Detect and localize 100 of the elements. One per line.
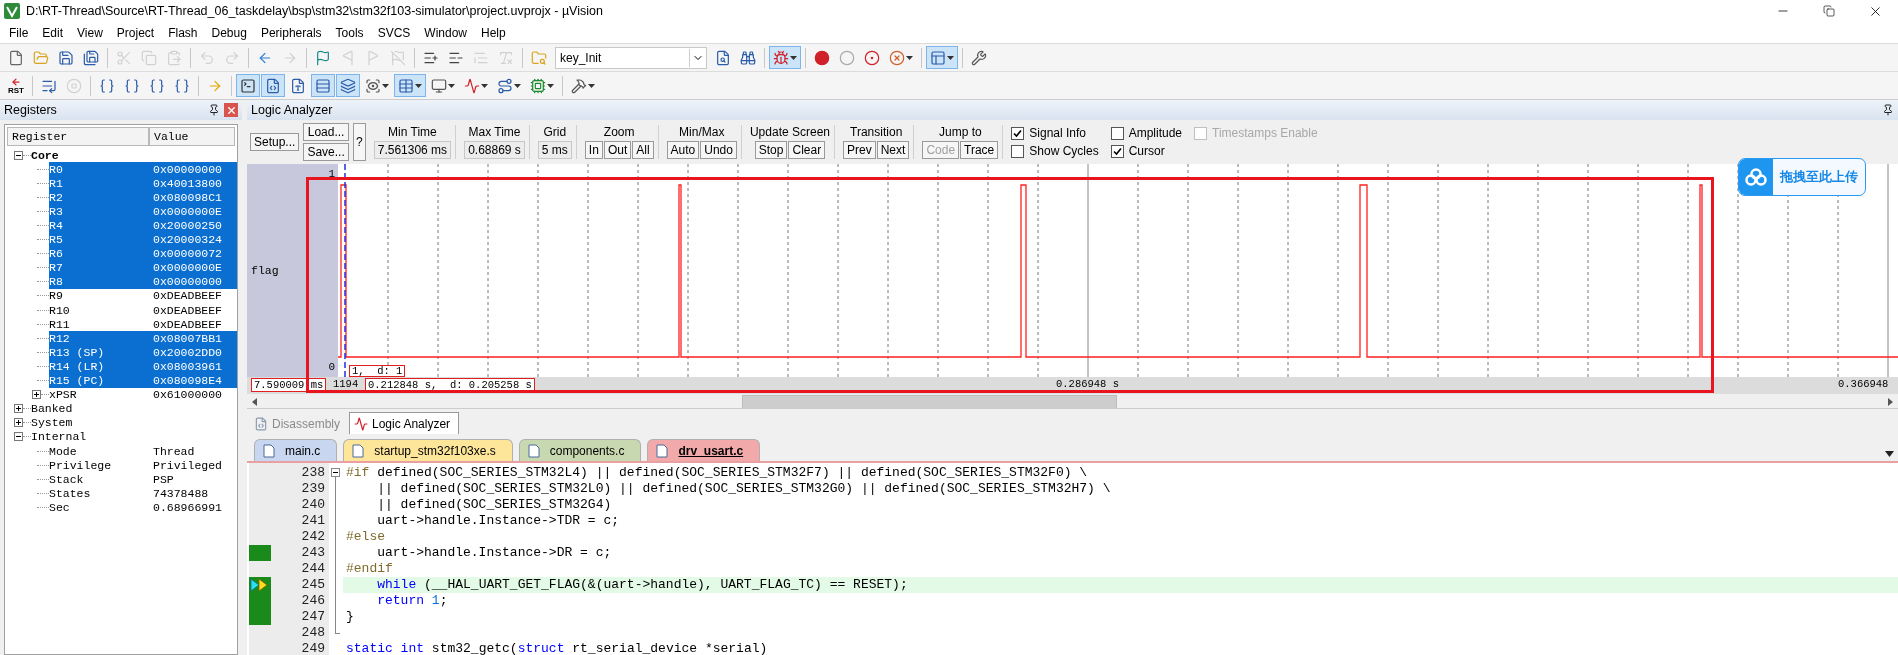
checkbox[interactable] — [1110, 144, 1124, 158]
analyzer-button[interactable]: Clear — [788, 141, 826, 159]
readout-label: Max Time — [468, 125, 521, 139]
file-tab[interactable]: main.c — [254, 439, 338, 461]
selected-register-row[interactable]: R4 0x20000250 — [49, 218, 237, 233]
analyzer-button[interactable]: Next — [876, 141, 910, 159]
selected-register-row[interactable]: R3 0x0000000E — [49, 204, 237, 219]
line-number: 249 — [300, 641, 326, 655]
column-header[interactable]: Register — [7, 127, 149, 146]
setup-button[interactable]: Setup... — [250, 133, 300, 151]
menu-item[interactable]: Help — [474, 25, 513, 40]
menu-item[interactable]: Flash — [161, 25, 205, 40]
menu-item[interactable]: Tools — [328, 25, 371, 40]
caret-icon — [588, 83, 595, 88]
registers-window-button[interactable] — [311, 74, 335, 97]
scrollbar-thumb[interactable] — [742, 394, 1117, 409]
collapse-icon[interactable] — [14, 150, 23, 160]
register-name: System — [31, 416, 74, 430]
line-number: 239 — [300, 481, 326, 497]
code-line: #endif — [345, 561, 394, 577]
readout-value: 5 ms — [537, 141, 572, 159]
left-triangle-icon — [252, 397, 257, 406]
line-number: 248 — [300, 625, 326, 641]
register-value: 0x00000000 — [153, 275, 223, 289]
undo-icon — [199, 49, 215, 66]
analyzer-button[interactable]: Undo — [700, 141, 737, 159]
close-button[interactable] — [224, 103, 238, 117]
file-icon — [352, 443, 365, 458]
analyzer-button[interactable]: Auto — [666, 141, 700, 159]
selected-register-row[interactable]: R12 0x08007BB1 — [49, 331, 237, 346]
collapse-icon[interactable] — [331, 468, 340, 477]
collapse-icon[interactable] — [14, 432, 23, 442]
debug-button[interactable] — [769, 46, 801, 69]
analyzer-button[interactable]: All — [632, 141, 654, 159]
file-tab[interactable]: drv_usart.c — [647, 439, 761, 461]
load-button[interactable]: Load... — [303, 123, 349, 141]
menu-item[interactable]: Debug — [204, 25, 254, 40]
folder-search-icon — [531, 49, 547, 66]
window-layout-button[interactable] — [926, 46, 958, 69]
caret-icon — [906, 55, 913, 60]
menu-item[interactable]: Peripherals — [253, 25, 329, 40]
menu-item[interactable]: Project — [109, 25, 162, 40]
readout-value: 7.561306 ms — [373, 141, 452, 159]
menu-item[interactable]: View — [70, 25, 110, 40]
caret-icon — [514, 83, 521, 88]
selected-register-row[interactable]: R14 (LR) 0x08003961 — [49, 359, 237, 374]
expand-icon[interactable] — [32, 390, 41, 400]
caret-icon — [947, 55, 954, 60]
analyzer-button[interactable]: Out — [603, 141, 632, 159]
selected-register-row[interactable]: R1 0x40013800 — [49, 176, 237, 191]
help-button[interactable]: ? — [352, 123, 366, 161]
analyzer-button[interactable]: Trace — [960, 141, 999, 159]
register-value: 0x080098E4 — [153, 374, 223, 388]
memory-window-button[interactable] — [394, 74, 426, 97]
pin-icon — [208, 104, 220, 116]
time-label: 0.366948 — [1837, 378, 1890, 390]
view-tab[interactable]: Logic Analyzer — [349, 412, 460, 434]
register-name: R2 — [49, 190, 64, 204]
analyzer-button[interactable]: Stop — [754, 141, 788, 159]
checkbox[interactable] — [1110, 126, 1124, 140]
signal-name[interactable]: flag — [251, 264, 329, 277]
selected-register-row[interactable]: R0 0x00000000 — [49, 162, 237, 177]
reset-button[interactable]: RST — [4, 74, 28, 97]
call-stack-window-button[interactable] — [336, 74, 360, 97]
pin-button[interactable] — [1882, 104, 1894, 116]
wrench-icon — [971, 49, 987, 66]
pin-button[interactable] — [208, 104, 220, 116]
analyzer-button[interactable]: Prev — [843, 141, 876, 159]
cursor-line[interactable] — [344, 164, 346, 377]
code-file-icon — [254, 416, 268, 431]
selected-register-row[interactable]: R13 (SP) 0x20002DD0 — [49, 345, 237, 360]
checkbox[interactable] — [1011, 144, 1025, 158]
app-logo-icon — [4, 3, 20, 19]
checkbox[interactable] — [1011, 126, 1025, 140]
register-value: 0x0000000E — [153, 204, 223, 218]
code-line: static int stm32_getc(struct rt_serial_device *serial) — [345, 641, 769, 655]
symbol-combo-field[interactable]: key_Init — [555, 46, 707, 69]
menu-item[interactable]: Edit — [35, 25, 71, 40]
expand-icon[interactable] — [14, 404, 23, 414]
monitor-icon — [431, 77, 447, 94]
file-tab[interactable]: components.c — [518, 439, 642, 461]
tab-menu-button[interactable] — [1885, 451, 1894, 457]
line-number: 243 — [300, 545, 326, 561]
selected-register-row[interactable]: R2 0x080098C1 — [49, 190, 237, 205]
braces-icon — [149, 77, 165, 94]
register-value: 0x40013800 — [153, 176, 223, 190]
analyzer-button[interactable]: In — [584, 141, 603, 159]
menu-item[interactable]: File — [2, 25, 36, 40]
disassembly-window-button[interactable] — [261, 74, 285, 97]
braces-icon — [99, 77, 115, 94]
command-window-button[interactable] — [236, 74, 260, 97]
register-value: Thread — [153, 444, 196, 458]
cloud-icon — [1745, 168, 1767, 186]
column-header[interactable]: Value — [149, 127, 235, 146]
menu-item[interactable]: SVCS — [370, 25, 418, 40]
expand-icon[interactable] — [14, 418, 23, 428]
file-tab[interactable]: startup_stm32f103xe.s — [343, 439, 513, 461]
save-button[interactable]: Save... — [303, 143, 349, 161]
cursor-readout: 1, d: 1 — [349, 365, 406, 377]
menu-item[interactable]: Window — [417, 25, 474, 40]
